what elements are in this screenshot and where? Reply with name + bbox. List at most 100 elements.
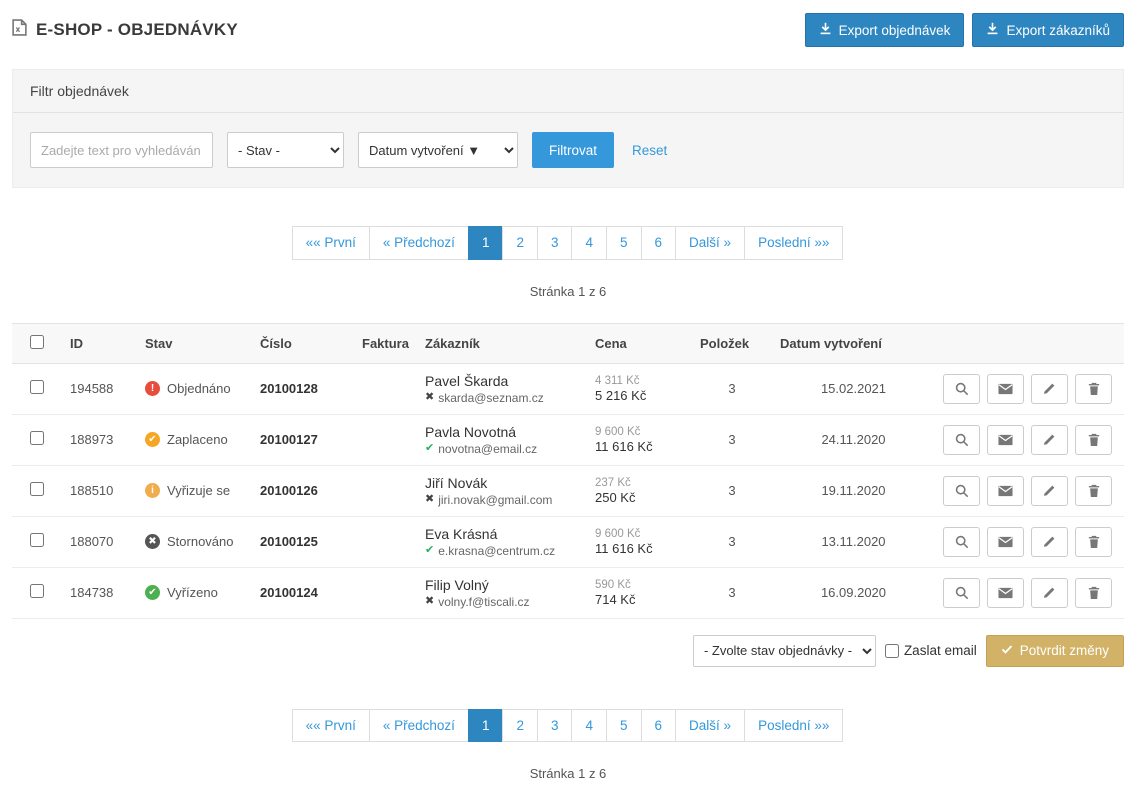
status-label: Objednáno [167,381,231,396]
view-order-button[interactable] [943,476,980,506]
delete-order-button[interactable] [1075,425,1112,455]
column-header-id: ID [62,323,137,363]
edit-order-button[interactable] [1031,527,1068,557]
row-checkbox[interactable] [30,380,44,394]
customer-email: jiri.novak@gmail.com [438,493,552,507]
row-actions [943,374,1116,404]
search-icon [955,535,969,549]
order-created-date: 13.11.2020 [772,516,935,567]
view-order-button[interactable] [943,425,980,455]
email-order-button[interactable] [987,578,1024,608]
pagination-bottom: «« První« Předchozí123456Další »Poslední… [0,709,1136,743]
view-order-button[interactable] [943,578,980,608]
email-order-button[interactable] [987,425,1024,455]
edit-order-button[interactable] [1031,425,1068,455]
table-row: 188510 i Vyřizuje se 20100126 Jiří Novák… [12,465,1124,516]
view-order-button[interactable] [943,527,980,557]
edit-order-button[interactable] [1031,476,1068,506]
filter-button[interactable]: Filtrovat [532,132,614,168]
page-title-wrap: E-SHOP - OBJEDNÁVKY [12,19,238,41]
row-actions [943,425,1116,455]
pagination-prev[interactable]: « Předchozí [369,709,469,743]
email-order-button[interactable] [987,476,1024,506]
edit-order-button[interactable] [1031,578,1068,608]
email-status-icon: ✖ [425,494,434,505]
pagination-page-3[interactable]: 3 [537,709,573,743]
pagination-page-6[interactable]: 6 [641,226,677,260]
pagination-page-5[interactable]: 5 [606,709,642,743]
search-icon [955,382,969,396]
view-order-button[interactable] [943,374,980,404]
reset-link[interactable]: Reset [632,143,667,158]
date-sort-select[interactable]: Datum vytvoření ▼ [358,132,518,168]
customer-email-wrap: ✖ jiri.novak@gmail.com [425,493,579,507]
pagination-page-3[interactable]: 3 [537,226,573,260]
pagination-page-2[interactable]: 2 [502,709,538,743]
envelope-icon [998,383,1013,395]
pagination-page-2[interactable]: 2 [502,226,538,260]
header: E-SHOP - OBJEDNÁVKY Export objednávek Ex… [0,0,1136,61]
edit-order-button[interactable] [1031,374,1068,404]
price-gross: 714 Kč [595,592,684,607]
send-email-checkbox-label[interactable]: Zaslat email [885,643,977,658]
select-all-checkbox[interactable] [30,335,44,349]
pagination-page-4[interactable]: 4 [571,226,607,260]
email-status-icon: ✖ [425,392,434,403]
pagination-page-1[interactable]: 1 [468,226,504,260]
email-order-button[interactable] [987,527,1024,557]
row-checkbox[interactable] [30,584,44,598]
order-created-date: 19.11.2020 [772,465,935,516]
order-created-date: 15.02.2021 [772,363,935,414]
customer-email: novotna@email.cz [438,442,537,456]
email-order-button[interactable] [987,374,1024,404]
pagination-page-5[interactable]: 5 [606,226,642,260]
price-net: 590 Kč [595,579,684,591]
pagination-last[interactable]: Poslední »» [744,709,843,743]
delete-order-button[interactable] [1075,527,1112,557]
envelope-icon [998,485,1013,497]
bulk-status-select[interactable]: - Zvolte stav objednávky - [693,635,876,667]
pagination-page-1[interactable]: 1 [468,709,504,743]
row-checkbox[interactable] [30,482,44,496]
search-icon [955,433,969,447]
pagination-last[interactable]: Poslední »» [744,226,843,260]
export-customers-button[interactable]: Export zákazníků [972,13,1124,47]
order-items-count: 3 [692,567,772,618]
table-row: 188070 ✖ Stornováno 20100125 Eva Krásná … [12,516,1124,567]
order-created-date: 24.11.2020 [772,414,935,465]
send-email-checkbox[interactable] [885,644,899,658]
row-checkbox[interactable] [30,533,44,547]
order-number: 20100128 [252,363,354,414]
pagination-page-6[interactable]: 6 [641,709,677,743]
column-header-number: Číslo [252,323,354,363]
search-input[interactable] [30,132,213,168]
order-id: 188070 [62,516,137,567]
pagination-next[interactable]: Další » [675,226,745,260]
pagination-page-4[interactable]: 4 [571,709,607,743]
confirm-changes-button[interactable]: Potvrdit změny [986,635,1124,667]
pencil-icon [1043,535,1056,548]
file-icon [12,19,27,41]
column-header-price: Cena [587,323,692,363]
order-id: 184738 [62,567,137,618]
table-row: 194588 ! Objednáno 20100128 Pavel Škarda… [12,363,1124,414]
status-icon: ✔ [145,432,160,447]
price-gross: 250 Kč [595,490,684,505]
status-filter-select[interactable]: - Stav - [227,132,344,168]
price-net: 237 Kč [595,477,684,489]
pencil-icon [1043,382,1056,395]
delete-order-button[interactable] [1075,476,1112,506]
delete-order-button[interactable] [1075,578,1112,608]
page-title: E-SHOP - OBJEDNÁVKY [36,20,238,40]
customer-email-wrap: ✔ e.krasna@centrum.cz [425,544,579,558]
pagination-first[interactable]: «« První [292,226,370,260]
pagination-next[interactable]: Další » [675,709,745,743]
delete-order-button[interactable] [1075,374,1112,404]
order-id: 194588 [62,363,137,414]
export-orders-button[interactable]: Export objednávek [805,13,965,47]
search-icon [955,586,969,600]
pagination-first[interactable]: «« První [292,709,370,743]
pagination-prev[interactable]: « Předchozí [369,226,469,260]
price-gross: 11 616 Kč [595,439,684,454]
row-checkbox[interactable] [30,431,44,445]
